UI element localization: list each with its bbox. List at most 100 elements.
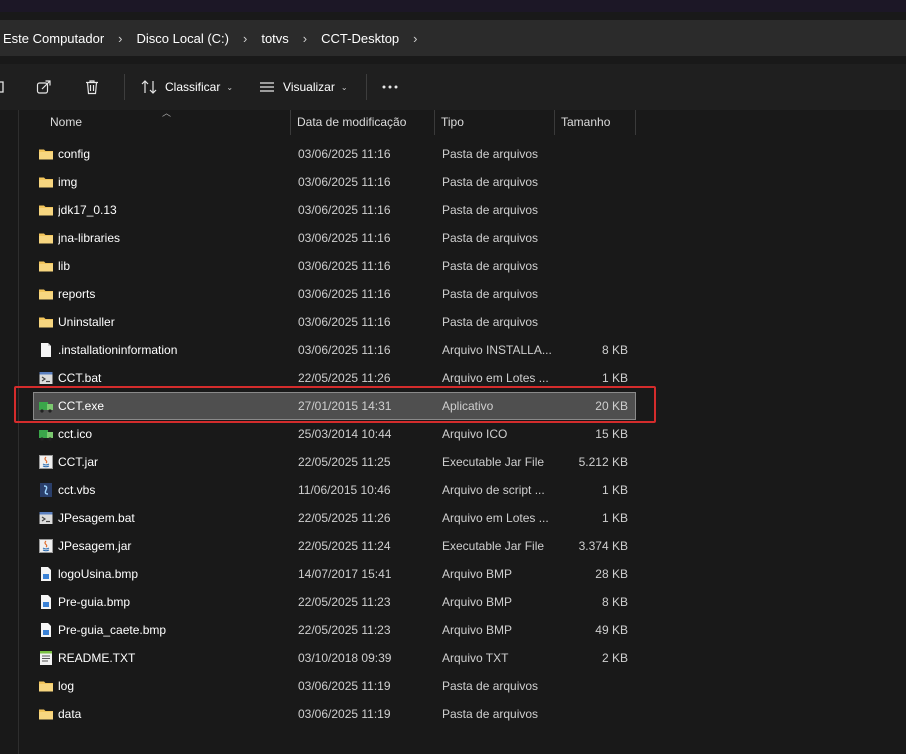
file-type: Executable Jar File [442, 539, 545, 553]
breadcrumb-chevron-icon[interactable]: › [232, 31, 258, 46]
delete-button[interactable] [84, 71, 100, 103]
file-row[interactable]: img 03/06/2025 11:16 Pasta de arquivos [33, 168, 636, 196]
chevron-down-icon: ⌄ [340, 82, 348, 92]
file-name: cct.vbs [58, 483, 96, 497]
file-row[interactable]: CCT.jar 22/05/2025 11:25 Executable Jar Fi… [33, 448, 636, 476]
rename-icon[interactable] [0, 71, 12, 103]
sort-label: Classificar [165, 80, 221, 94]
file-name: reports [58, 287, 96, 301]
breadcrumb-item-local-disk[interactable]: Disco Local (C:) [134, 31, 232, 46]
file-date-modified: 22/05/2025 11:23 [298, 623, 391, 637]
file-row[interactable]: jdk17_0.13 03/06/2025 11:16 Pasta de arqui… [33, 196, 636, 224]
file-size [555, 672, 628, 700]
breadcrumb-item-totvs[interactable]: totvs [258, 31, 291, 46]
breadcrumb-item-cct-desktop[interactable]: CCT-Desktop [318, 31, 402, 46]
file-row[interactable]: config 03/06/2025 11:16 Pasta de arquivos [33, 140, 636, 168]
file-row[interactable]: cct.ico 25/03/2014 10:44 Arquivo ICO 15 KB [33, 420, 636, 448]
file-type: Pasta de arquivos [442, 147, 539, 161]
file-type: Arquivo TXT [442, 651, 509, 665]
breadcrumb-chevron-icon[interactable]: › [107, 31, 133, 46]
file-name: CCT.jar [58, 455, 99, 469]
file-name: Uninstaller [58, 315, 115, 329]
file-row[interactable]: logoUsina.bmp 14/07/2017 15:41 Arquivo BMP… [33, 560, 636, 588]
file-row[interactable]: cct.vbs 11/06/2015 10:46 Arquivo de script… [33, 476, 636, 504]
java-icon [38, 454, 54, 470]
file-name: cct.ico [58, 427, 93, 441]
sort-icon [141, 80, 157, 94]
file-type: Executable Jar File [442, 455, 545, 469]
file-size [555, 224, 628, 252]
file-size: 8 KB [601, 595, 628, 609]
breadcrumb-item-computer[interactable]: Este Computador [0, 31, 107, 46]
file-date-modified: 03/06/2025 11:16 [298, 147, 391, 161]
file-name: logoUsina.bmp [58, 567, 139, 581]
document-icon [38, 342, 54, 358]
text-file-icon [38, 650, 54, 666]
file-size: 3.374 KB [578, 539, 628, 553]
more-options-button[interactable] [381, 71, 399, 103]
file-row[interactable]: README.TXT 03/10/2018 09:39 Arquivo TXT 2 K… [33, 644, 636, 672]
address-bar[interactable]: Este Computador › Disco Local (C:) › tot… [0, 20, 906, 56]
sort-button[interactable]: Classificar ⌄ [141, 71, 233, 103]
file-date-modified: 03/06/2025 11:16 [298, 315, 391, 329]
file-row[interactable]: log 03/06/2025 11:19 Pasta de arquivos [33, 672, 636, 700]
file-size: 1 KB [601, 511, 628, 525]
window-top-strip [0, 0, 906, 12]
file-date-modified: 22/05/2025 11:23 [298, 595, 391, 609]
file-type: Arquivo BMP [442, 623, 513, 637]
file-type: Pasta de arquivos [442, 707, 539, 721]
file-size: 49 KB [595, 623, 628, 637]
file-list: config 03/06/2025 11:16 Pasta de arquivos i… [33, 140, 636, 728]
file-type: Pasta de arquivos [442, 679, 539, 693]
toolbar-divider [124, 74, 125, 100]
file-size [555, 700, 628, 728]
file-row[interactable]: JPesagem.jar 22/05/2025 11:24 Executable J… [33, 532, 636, 560]
file-name: Pre-guia_caete.bmp [58, 623, 167, 637]
file-date-modified: 22/05/2025 11:24 [298, 539, 391, 553]
file-size: 8 KB [601, 343, 628, 357]
column-header-type[interactable]: Tipo [435, 110, 555, 135]
folder-icon [38, 678, 54, 694]
file-row[interactable]: JPesagem.bat 22/05/2025 11:26 Arquivo em L… [33, 504, 636, 532]
file-row[interactable]: Pre-guia.bmp 22/05/2025 11:23 Arquivo BMP 8… [33, 588, 636, 616]
view-list-icon [260, 82, 275, 92]
view-button[interactable]: Visualizar ⌄ [259, 71, 348, 103]
file-type: Pasta de arquivos [442, 259, 539, 273]
file-date-modified: 03/06/2025 11:19 [298, 679, 391, 693]
file-row[interactable]: data 03/06/2025 11:19 Pasta de arquivos [33, 700, 636, 728]
file-type: Arquivo de script ... [442, 483, 545, 497]
file-name: jna-libraries [58, 231, 121, 245]
file-row[interactable]: lib 03/06/2025 11:16 Pasta de arquivos [33, 252, 636, 280]
batch-file-icon [38, 370, 54, 386]
trash-icon [86, 80, 98, 95]
column-header-size[interactable]: Tamanho [555, 110, 636, 135]
highlight-annotation-box [14, 386, 656, 423]
file-date-modified: 03/06/2025 11:16 [298, 343, 391, 357]
column-header-date[interactable]: Data de modificação [291, 110, 435, 135]
java-icon [38, 538, 54, 554]
chevron-down-icon: ⌄ [226, 82, 234, 92]
folder-icon [38, 174, 54, 190]
folder-icon [38, 706, 54, 722]
batch-file-icon [38, 510, 54, 526]
file-name: JPesagem.jar [58, 539, 132, 553]
folder-icon [38, 146, 54, 162]
file-date-modified: 25/03/2014 10:44 [298, 427, 392, 441]
file-date-modified: 03/06/2025 11:16 [298, 203, 391, 217]
file-size [555, 140, 628, 168]
file-row[interactable]: Pre-guia_caete.bmp 22/05/2025 11:23 Arquiv… [33, 616, 636, 644]
file-row[interactable]: Uninstaller 03/06/2025 11:16 Pasta de arqu… [33, 308, 636, 336]
file-row[interactable]: .installationinformation 03/06/2025 11:16… [33, 336, 636, 364]
breadcrumb-chevron-icon[interactable]: › [402, 31, 428, 46]
file-name: img [58, 175, 78, 189]
command-bar: Classificar ⌄ Visualizar ⌄ [0, 64, 906, 110]
file-row[interactable]: reports 03/06/2025 11:16 Pasta de arquivos [33, 280, 636, 308]
file-row[interactable]: jna-libraries 03/06/2025 11:16 Pasta de ar… [33, 224, 636, 252]
file-type: Arquivo em Lotes ... [442, 511, 549, 525]
file-name: config [58, 147, 91, 161]
column-header-name[interactable]: Nome [44, 110, 291, 135]
file-type: Arquivo BMP [442, 567, 513, 581]
breadcrumb-chevron-icon[interactable]: › [292, 31, 318, 46]
share-button[interactable] [36, 71, 52, 103]
file-type: Pasta de arquivos [442, 231, 539, 245]
